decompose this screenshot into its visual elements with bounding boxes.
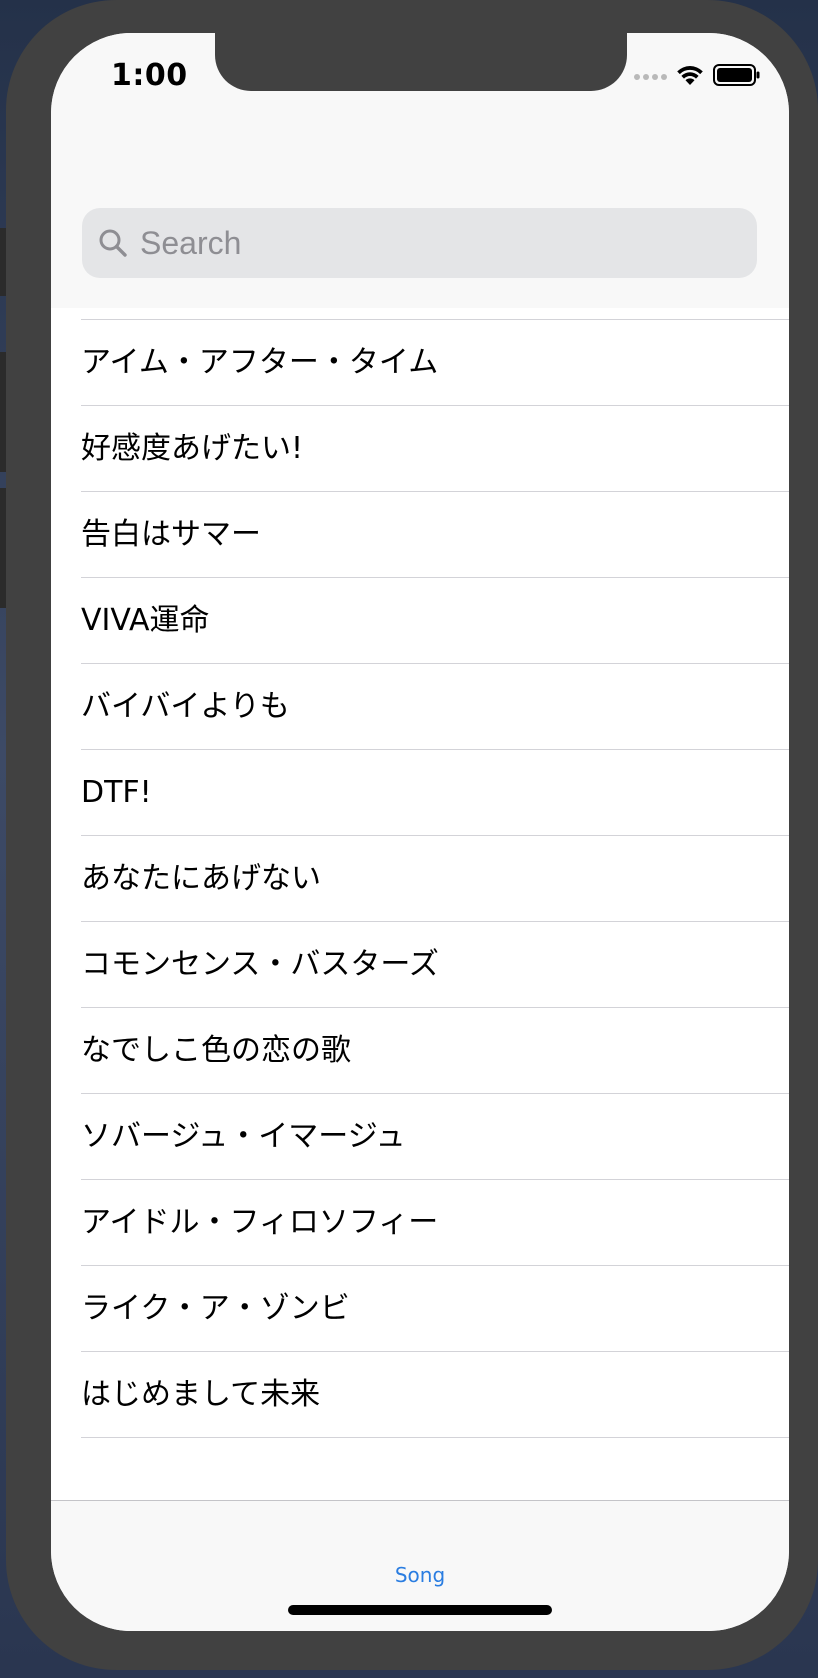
home-indicator[interactable]: [288, 1605, 552, 1615]
song-title: VIVA運命: [81, 603, 210, 638]
song-row[interactable]: DTF!: [51, 750, 789, 836]
cellular-signal-icon: [634, 74, 667, 80]
song-title: DTF!: [81, 775, 152, 810]
song-row[interactable]: VIVA運命: [51, 578, 789, 664]
song-title: ソバージュ・イマージュ: [81, 1119, 406, 1154]
song-title: あなたにあげない: [81, 861, 321, 896]
row-separator: [81, 1437, 789, 1438]
song-title: 告白はサマー: [81, 517, 261, 552]
search-field[interactable]: Search: [82, 208, 757, 278]
song-title: アイム・アフター・タイム: [81, 345, 439, 380]
song-title: はじめまして未来: [81, 1377, 321, 1412]
search-icon: [96, 226, 130, 260]
song-row[interactable]: アイム・アフター・タイム: [51, 320, 789, 406]
status-icons: [634, 63, 761, 91]
song-row[interactable]: 告白はサマー: [51, 492, 789, 578]
battery-icon: [713, 63, 761, 91]
tab-song[interactable]: Song: [51, 1563, 789, 1587]
song-row[interactable]: ソバージュ・イマージュ: [51, 1094, 789, 1180]
song-title: バイバイよりも: [81, 689, 290, 724]
status-time: 1:00: [111, 58, 188, 93]
device-notch: [215, 33, 627, 91]
song-row[interactable]: アイドル・フィロソフィー: [51, 1180, 789, 1266]
song-row[interactable]: ライク・ア・ゾンビ: [51, 1266, 789, 1352]
song-row[interactable]: 好感度あげたい!: [51, 406, 789, 492]
song-row[interactable]: あなたにあげない: [51, 836, 789, 922]
song-row[interactable]: コモンセンス・バスターズ: [51, 922, 789, 1008]
app-screen: Search 1:00 アイム・アフター・タイム 好感度あげたい! 告白はサマー…: [51, 33, 789, 1631]
song-row[interactable]: バイバイよりも: [51, 664, 789, 750]
song-title: ライク・ア・ゾンビ: [81, 1291, 350, 1326]
search-placeholder: Search: [140, 224, 242, 261]
song-title: なでしこ色の恋の歌: [81, 1033, 351, 1068]
song-title: コモンセンス・バスターズ: [81, 947, 439, 982]
song-title: アイドル・フィロソフィー: [81, 1205, 439, 1240]
song-title: 好感度あげたい!: [81, 431, 304, 466]
device-frame: Search 1:00 アイム・アフター・タイム 好感度あげたい! 告白はサマー…: [6, 0, 818, 1670]
song-row[interactable]: はじめまして未来: [51, 1352, 789, 1438]
song-row[interactable]: なでしこ色の恋の歌: [51, 1008, 789, 1094]
wifi-icon: [675, 63, 705, 91]
song-list[interactable]: アイム・アフター・タイム 好感度あげたい! 告白はサマー VIVA運命バイバイよりも D…: [51, 308, 789, 1500]
